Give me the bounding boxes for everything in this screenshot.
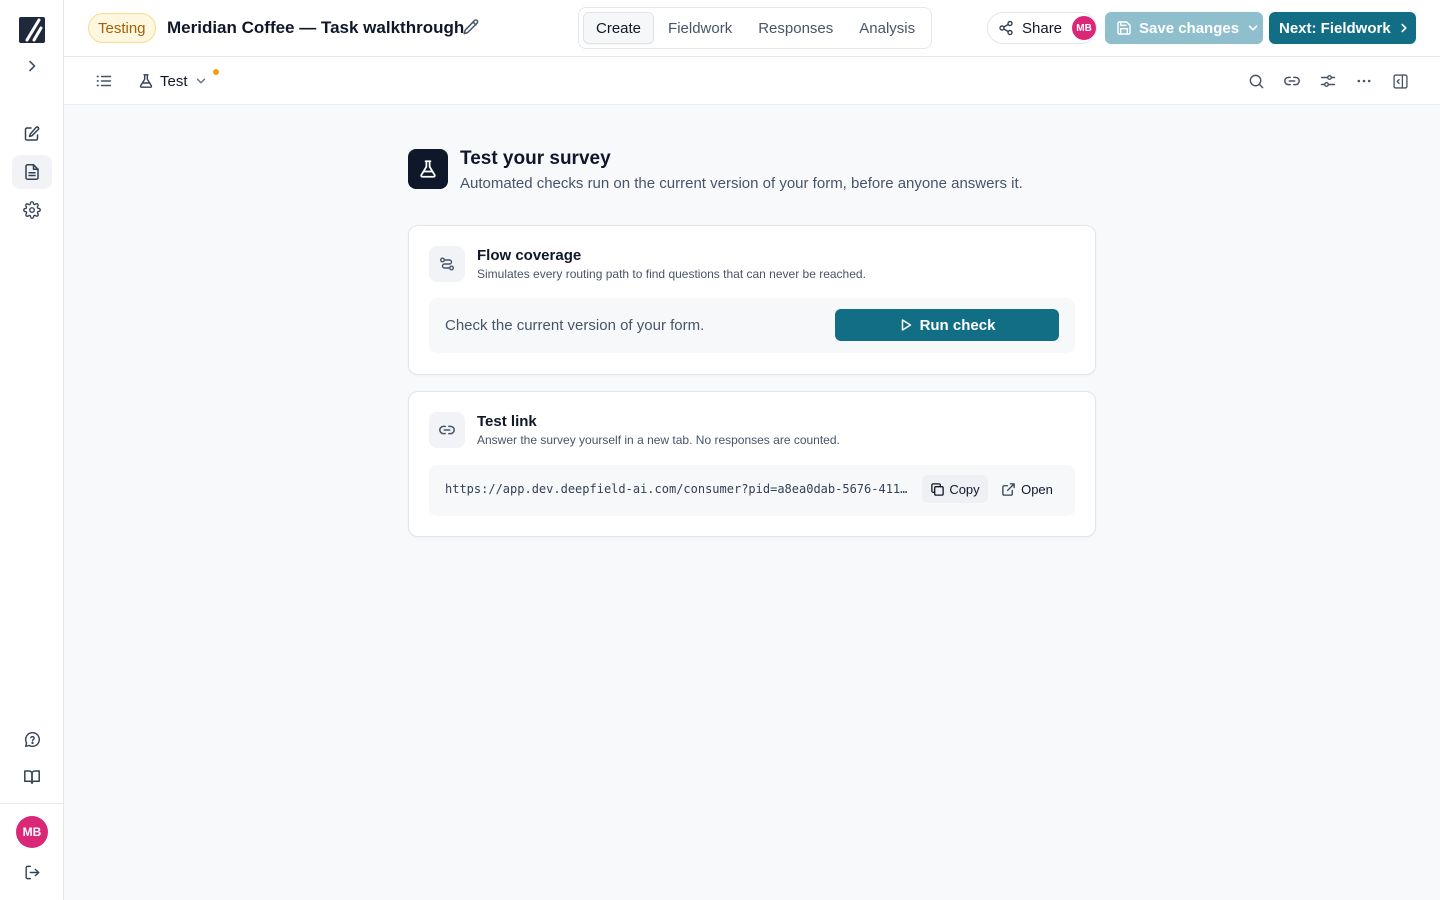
tab-responses[interactable]: Responses [746, 12, 845, 44]
page-subtitle: Automated checks run on the current vers… [460, 175, 1023, 192]
copy-link-button[interactable] [1282, 71, 1302, 91]
save-icon [1116, 20, 1132, 36]
share-icon [998, 20, 1014, 36]
test-link-description: Answer the survey yourself in a new tab.… [477, 433, 840, 447]
copy-icon [930, 482, 945, 497]
page-title: Test your survey [460, 148, 611, 169]
chevron-down-icon [194, 74, 208, 88]
panel-icon [1392, 73, 1409, 90]
collaborator-avatar: MB [1072, 16, 1096, 40]
link-icon [1283, 72, 1301, 90]
sidebar-item-survey[interactable] [12, 155, 52, 189]
logout-button[interactable] [12, 855, 52, 889]
chevron-right-icon [1397, 21, 1411, 35]
route-icon [429, 246, 465, 282]
document-icon [23, 163, 41, 181]
save-label: Save changes [1139, 19, 1240, 37]
flask-icon [138, 73, 154, 89]
sidebar-item-settings[interactable] [12, 193, 52, 227]
more-horizontal-icon [1355, 72, 1373, 90]
sidebar-item-help[interactable] [12, 722, 52, 756]
flow-coverage-description: Simulates every routing path to find que… [477, 267, 866, 281]
status-badge: Testing [88, 13, 156, 43]
next-stage-button[interactable]: Next: Fieldwork [1269, 12, 1416, 44]
app-logo-icon[interactable] [18, 16, 46, 44]
chevron-right-icon [24, 58, 40, 74]
run-check-prompt: Check the current version of your form. [445, 317, 705, 334]
mode-select[interactable]: Test [138, 70, 208, 92]
test-link-title: Test link [477, 413, 537, 430]
copy-link-button[interactable]: Copy [922, 475, 988, 503]
top-bar: Testing Meridian Coffee — Task walkthrou… [64, 0, 1440, 57]
sub-toolbar: Test [64, 57, 1440, 105]
flow-coverage-title: Flow coverage [477, 247, 582, 264]
stage-tabs: Create Fieldwork Responses Analysis [578, 7, 933, 49]
open-link-button[interactable]: Open [998, 475, 1056, 503]
flask-icon [408, 149, 448, 189]
gear-icon [23, 201, 41, 219]
more-options-button[interactable] [1354, 71, 1374, 91]
share-button[interactable]: Share MB [987, 12, 1097, 44]
search-icon [1248, 73, 1265, 90]
next-label: Next: Fieldwork [1279, 19, 1391, 37]
test-link-url[interactable]: https://app.dev.deepfield-ai.com/consume… [445, 482, 911, 496]
link-icon [429, 412, 465, 448]
sidebar-item-editor[interactable] [12, 117, 52, 151]
tab-analysis[interactable]: Analysis [847, 12, 927, 44]
test-link-card: Test link Answer the survey yourself in … [408, 391, 1096, 537]
unsaved-indicator [213, 69, 219, 75]
logout-icon [24, 864, 41, 881]
tab-create[interactable]: Create [583, 12, 655, 44]
pencil-icon [462, 18, 482, 36]
rail-divider [0, 803, 63, 804]
help-icon [24, 731, 41, 748]
toggle-panel-button[interactable] [1390, 71, 1410, 91]
book-icon [23, 768, 41, 786]
test-link-panel: https://app.dev.deepfield-ai.com/consume… [429, 465, 1075, 516]
survey-title: Meridian Coffee — Task walkthrough [167, 18, 465, 37]
save-changes-button[interactable]: Save changes [1105, 12, 1263, 44]
external-link-icon [1001, 482, 1016, 497]
open-label: Open [1021, 481, 1053, 497]
edit-icon [23, 125, 41, 143]
share-label: Share [1022, 19, 1063, 37]
chevron-down-icon [1246, 21, 1260, 35]
run-check-button[interactable]: Run check [835, 309, 1059, 341]
outline-toggle-button[interactable] [94, 71, 114, 91]
copy-label: Copy [949, 481, 980, 497]
flow-coverage-card: Flow coverage Simulates every routing pa… [408, 225, 1096, 375]
sliders-icon [1319, 72, 1337, 90]
user-avatar[interactable]: MB [16, 816, 48, 848]
expand-sidebar-button[interactable] [12, 49, 52, 83]
rename-button[interactable] [462, 18, 482, 38]
play-icon [899, 318, 913, 332]
filters-button[interactable] [1318, 71, 1338, 91]
list-icon [95, 72, 113, 90]
left-rail: MB [0, 0, 64, 900]
tab-fieldwork[interactable]: Fieldwork [656, 12, 744, 44]
sidebar-item-docs[interactable] [12, 760, 52, 794]
run-check-panel: Check the current version of your form. … [429, 298, 1075, 353]
run-check-label: Run check [919, 316, 996, 334]
mode-label: Test [160, 72, 188, 90]
search-button[interactable] [1246, 71, 1266, 91]
